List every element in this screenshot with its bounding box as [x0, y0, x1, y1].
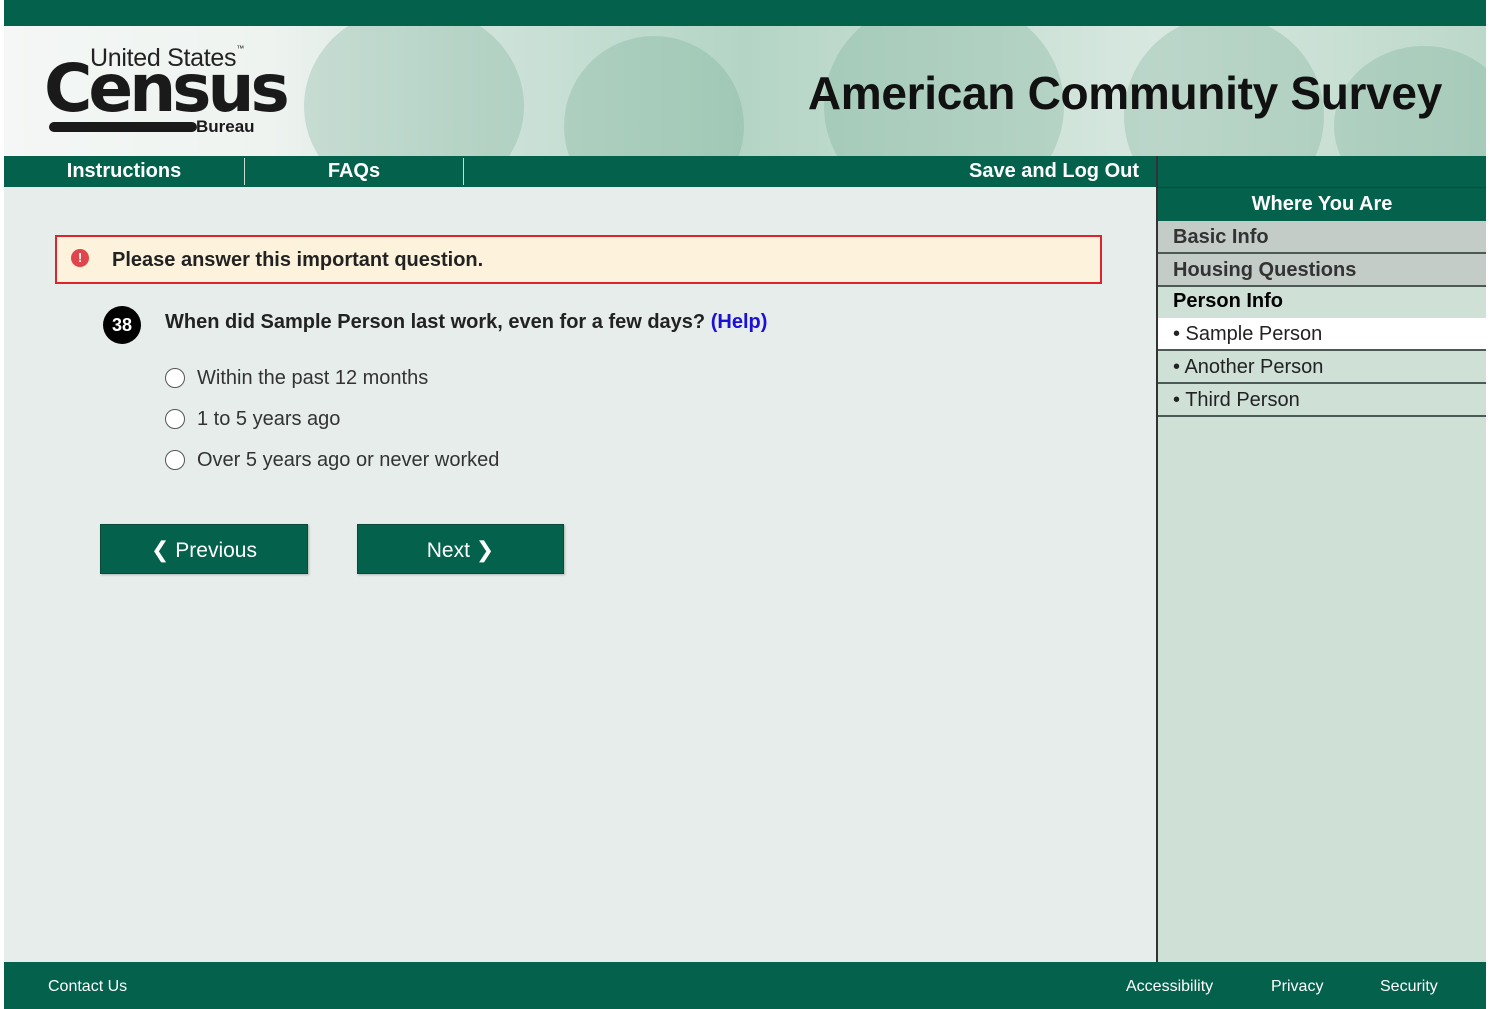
question-text: When did Sample Person last work, even f…: [165, 311, 767, 334]
radio-option-label[interactable]: Over 5 years ago or never worked: [197, 449, 499, 472]
previous-button-label: Previous: [175, 539, 257, 562]
question-number-badge: 38: [103, 306, 141, 344]
banner-photo-shape: [304, 26, 524, 156]
footer-security-link[interactable]: Security: [1380, 978, 1438, 996]
question-label: When did Sample Person last work, even f…: [165, 311, 706, 333]
radio-option-label[interactable]: Within the past 12 months: [197, 367, 428, 390]
page-frame: United States™ Census Bureau American Co…: [4, 0, 1486, 1009]
sidebar-heading: Where You Are: [1158, 187, 1486, 221]
radio-option-past-12-months[interactable]: Within the past 12 months: [165, 366, 428, 390]
census-bureau-logo[interactable]: United States™ Census Bureau: [44, 44, 290, 144]
where-you-are-sidebar: Where You Are Basic Info Housing Questio…: [1156, 156, 1486, 962]
help-link[interactable]: (Help): [711, 311, 768, 333]
page-footer: Contact Us Accessibility Privacy Securit…: [4, 962, 1486, 1009]
radio-option-label[interactable]: 1 to 5 years ago: [197, 408, 340, 431]
header-banner: United States™ Census Bureau American Co…: [4, 26, 1486, 156]
chevron-right-icon: ❯: [475, 537, 495, 562]
chevron-left-icon: ❮: [151, 537, 170, 562]
radio-option-over-5-years[interactable]: Over 5 years ago or never worked: [165, 448, 499, 472]
sidebar-top-fill: [1158, 156, 1486, 187]
radio-option-1-to-5-years[interactable]: 1 to 5 years ago: [165, 407, 340, 431]
error-alert: ! Please answer this important question.: [55, 235, 1102, 284]
radio-button[interactable]: [165, 450, 185, 470]
sidebar-item-sample-person[interactable]: • Sample Person: [1158, 318, 1486, 351]
radio-button[interactable]: [165, 409, 185, 429]
exclamation-icon: !: [71, 249, 89, 267]
footer-privacy-link[interactable]: Privacy: [1271, 978, 1323, 996]
radio-button[interactable]: [165, 368, 185, 388]
save-and-logout-link[interactable]: Save and Log Out: [944, 156, 1164, 187]
nav-divider: [463, 158, 464, 185]
sidebar-item-basic-info[interactable]: Basic Info: [1158, 221, 1486, 254]
footer-contact-link[interactable]: Contact Us: [48, 978, 127, 996]
sidebar-item-person-info: Person Info: [1158, 287, 1486, 318]
sidebar-item-third-person[interactable]: • Third Person: [1158, 384, 1486, 417]
next-button-label: Next: [426, 539, 470, 562]
sidebar-item-another-person[interactable]: • Another Person: [1158, 351, 1486, 384]
logo-census: Census: [44, 50, 290, 127]
survey-title: American Community Survey: [807, 67, 1442, 119]
previous-button[interactable]: ❮ Previous: [100, 524, 308, 574]
next-button[interactable]: Next ❯: [357, 524, 564, 574]
top-nav: Instructions FAQs Save and Log Out: [4, 156, 1156, 187]
footer-accessibility-link[interactable]: Accessibility: [1126, 978, 1213, 996]
logo-bureau: Bureau: [196, 117, 255, 136]
alert-message: Please answer this important question.: [112, 249, 484, 271]
banner-photo-shape: [564, 36, 744, 156]
nav-faqs-link[interactable]: FAQs: [245, 156, 463, 187]
sidebar-item-housing-questions[interactable]: Housing Questions: [1158, 254, 1486, 287]
logo-bar: [49, 122, 197, 132]
top-strip: [4, 0, 1486, 26]
nav-instructions-link[interactable]: Instructions: [4, 156, 244, 187]
